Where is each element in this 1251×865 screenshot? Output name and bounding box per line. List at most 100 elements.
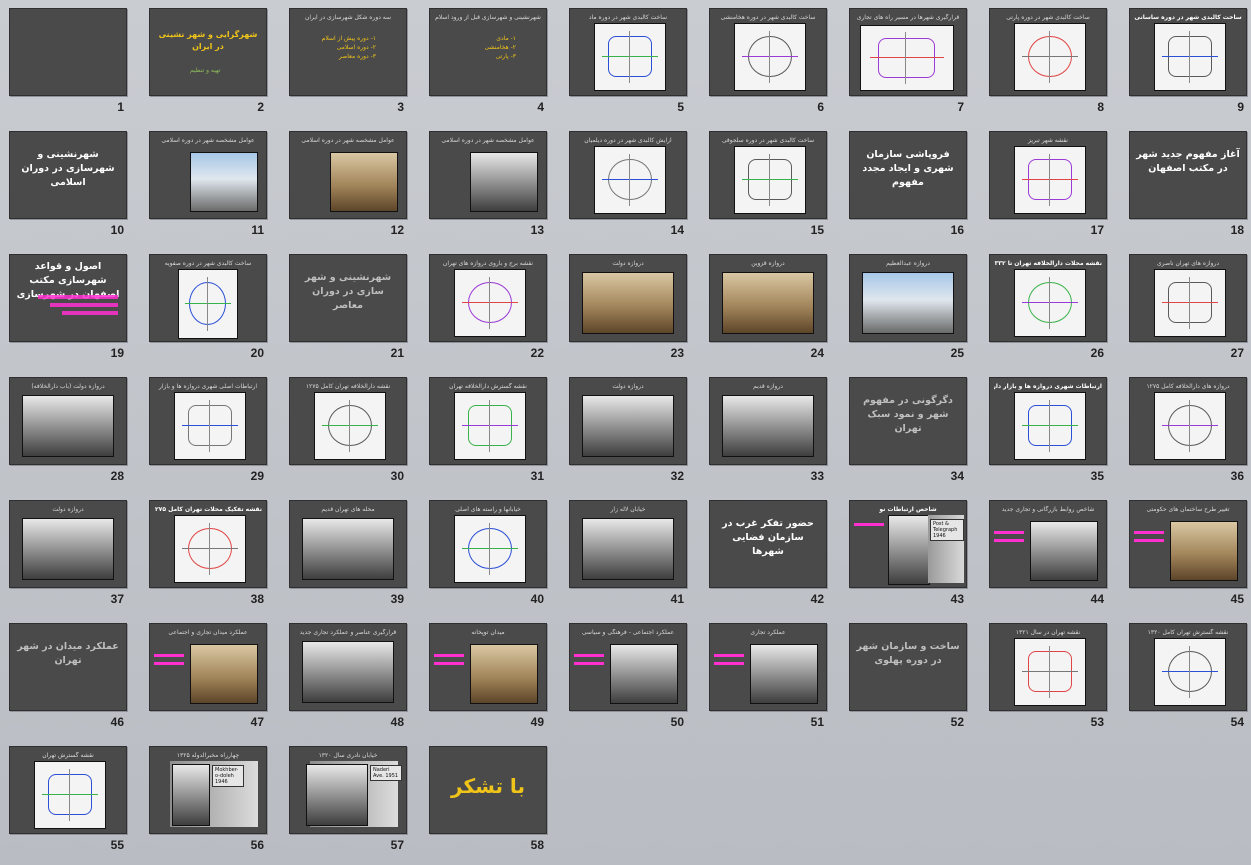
slide-preview[interactable]: دروازه دولت [569,377,687,465]
slide-preview[interactable]: با تشکر [429,746,547,834]
slide-thumbnail-11[interactable]: عوامل مشخصه شهر در دوره اسلامی 11 [140,123,280,246]
slide-thumbnail-46[interactable]: عملکرد میدان در شهر تهران 46 [0,615,140,738]
slide-thumbnail-51[interactable]: عملکرد تجاری 51 [700,615,840,738]
slide-preview[interactable]: دروازه های دارالخلافه کامل ۱۲۷۵ [1129,377,1247,465]
slide-preview[interactable]: شاخص ارتباطات نو Post & Telegraph 1946 [849,500,967,588]
slide-preview[interactable]: ساخت کالبدی شهر در دوره صفویه [149,254,267,342]
slide-thumbnail-22[interactable]: نقشه برج و باروی دروازه های تهران 22 [420,246,560,369]
slide-preview[interactable]: نقشه دارالخلافه تهران کامل ۱۲۷۵ [289,377,407,465]
slide-preview[interactable]: عوامل مشخصه شهر در دوره اسلامی [289,131,407,219]
slide-thumbnail-52[interactable]: ساخت و سازمان شهر در دوره پهلوی 52 [840,615,980,738]
slide-preview[interactable]: دگرگونی در مفهوم شهر و نمود سبک تهران [849,377,967,465]
slide-preview[interactable]: نقشه تهران در سال ۱۳۲۱ [989,623,1107,711]
slide-thumbnail-24[interactable]: دروازه قزوین 24 [700,246,840,369]
slide-thumbnail-53[interactable]: نقشه تهران در سال ۱۳۲۱ 53 [980,615,1120,738]
slide-thumbnail-16[interactable]: فروپاشی سازمان شهری و ایجاد مجدد مفهوم 16 [840,123,980,246]
slide-preview[interactable]: ساخت کالبدی شهر در دوره ساسانی [1129,8,1247,96]
slide-preview[interactable]: شهرگرایی و شهر نشینی در ایران تهیه و تنظی… [149,8,267,96]
slide-preview[interactable]: دروازه قدیم [709,377,827,465]
slide-thumbnail-57[interactable]: خیابان نادری سال ۱۳۲۰ Naderi Ave. 1951 57 [280,738,420,861]
slide-preview[interactable]: ارتباطات اصلی شهری دروازه ها و بازار [149,377,267,465]
slide-thumbnail-40[interactable]: خیابانها و راسته های اصلی 40 [420,492,560,615]
slide-thumbnail-33[interactable]: دروازه قدیم 33 [700,369,840,492]
slide-preview[interactable]: میدان توپخانه [429,623,547,711]
slide-preview[interactable]: ساخت کالبدی شهر در دوره سلجوقی [709,131,827,219]
slide-thumbnail-13[interactable]: عوامل مشخصه شهر در دوره اسلامی 13 [420,123,560,246]
slide-thumbnail-5[interactable]: ساخت کالبدی شهر در دوره ماد 5 [560,0,700,123]
slide-preview[interactable]: ارتباطات شهری دروازه ها و بازار دارالخلا… [989,377,1107,465]
slide-thumbnail-19[interactable]: اصول و قواعد شهرسازی مکتب اصفهان در شهرس… [0,246,140,369]
slide-thumbnail-54[interactable]: نقشه گسترش تهران کامل ۱۳۲۰ 54 [1120,615,1251,738]
slide-preview[interactable]: عملکرد میدان در شهر تهران [9,623,127,711]
slide-preview[interactable]: شهرنشینی و شهرسازی در دوران اسلامی [9,131,127,219]
slide-thumbnail-9[interactable]: ساخت کالبدی شهر در دوره ساسانی 9 [1120,0,1251,123]
slide-thumbnail-27[interactable]: دروازه های تهران ناصری 27 [1120,246,1251,369]
slide-thumbnail-21[interactable]: شهرنشینی و شهر سازی در دوران معاصر 21 [280,246,420,369]
slide-preview[interactable]: نقشه محلات دارالخلافه تهران تا ۱۳۳۲ [989,254,1107,342]
slide-thumbnail-7[interactable]: قرارگیری شهرها در مسیر راه های تجاری 7 [840,0,980,123]
slide-thumbnail-36[interactable]: دروازه های دارالخلافه کامل ۱۲۷۵ 36 [1120,369,1251,492]
slide-thumbnail-37[interactable]: دروازه دولت 37 [0,492,140,615]
slide-preview[interactable]: شهرنشینی و شهر سازی در دوران معاصر [289,254,407,342]
slide-preview[interactable]: آغاز مفهوم جدید شهر در مکتب اصفهان [1129,131,1247,219]
slide-preview[interactable]: نقشه تفکیک محلات تهران کامل ۱۲۷۵ [149,500,267,588]
slide-thumbnail-55[interactable]: نقشه گسترش تهران 55 [0,738,140,861]
slide-preview[interactable]: دروازه دولت [569,254,687,342]
slide-preview[interactable]: عملکرد میدان تجاری و اجتماعی [149,623,267,711]
slide-preview[interactable]: نقشه گسترش تهران [9,746,127,834]
slide-preview[interactable]: دروازه های تهران ناصری [1129,254,1247,342]
slide-thumbnail-28[interactable]: دروازه دولت (باب دارالخلافه) 28 [0,369,140,492]
slide-thumbnail-43[interactable]: شاخص ارتباطات نو Post & Telegraph 1946 43 [840,492,980,615]
slide-preview[interactable]: دروازه قزوین [709,254,827,342]
slide-thumbnail-6[interactable]: ساخت کالبدی شهر در دوره هخامنشی 6 [700,0,840,123]
slide-preview[interactable]: دروازه دولت [9,500,127,588]
slide-thumbnail-23[interactable]: دروازه دولت 23 [560,246,700,369]
slide-thumbnail-17[interactable]: نقشه شهر تبریز 17 [980,123,1120,246]
slide-preview[interactable]: عوامل مشخصه شهر در دوره اسلامی [429,131,547,219]
slide-thumbnail-4[interactable]: شهرنشینی و شهرسازی قبل از ورود اسلام ۱- م… [420,0,560,123]
slide-preview[interactable]: دروازه دولت (باب دارالخلافه) [9,377,127,465]
slide-preview[interactable]: تغییر طرح ساختمان های حکومتی [1129,500,1247,588]
slide-thumbnail-26[interactable]: نقشه محلات دارالخلافه تهران تا ۱۳۳۲ 26 [980,246,1120,369]
slide-preview[interactable]: خیابان لاله زار [569,500,687,588]
slide-preview[interactable]: محله های تهران قدیم [289,500,407,588]
slide-preview[interactable]: خیابانها و راسته های اصلی [429,500,547,588]
slide-thumbnail-49[interactable]: میدان توپخانه 49 [420,615,560,738]
slide-thumbnail-44[interactable]: شاخص روابط بازرگانی و تجاری جدید 44 [980,492,1120,615]
slide-thumbnail-25[interactable]: دروازه عبدالعظیم 25 [840,246,980,369]
slide-preview[interactable]: عملکرد اجتماعی - فرهنگی و سیاسی [569,623,687,711]
slide-preview[interactable]: ساخت کالبدی شهر در دوره پارتی [989,8,1107,96]
slide-thumbnail-8[interactable]: ساخت کالبدی شهر در دوره پارتی 8 [980,0,1120,123]
slide-preview[interactable]: قرارگیری عناصر و عملکرد تجاری جدید [289,623,407,711]
slide-thumbnail-39[interactable]: محله های تهران قدیم 39 [280,492,420,615]
slide-thumbnail-12[interactable]: عوامل مشخصه شهر در دوره اسلامی 12 [280,123,420,246]
slide-thumbnail-34[interactable]: دگرگونی در مفهوم شهر و نمود سبک تهران 34 [840,369,980,492]
slide-thumbnail-10[interactable]: شهرنشینی و شهرسازی در دوران اسلامی 10 [0,123,140,246]
slide-preview[interactable]: نقشه شهر تبریز [989,131,1107,219]
slide-thumbnail-45[interactable]: تغییر طرح ساختمان های حکومتی 45 [1120,492,1251,615]
slide-preview[interactable]: ساخت کالبدی شهر در دوره هخامنشی [709,8,827,96]
slide-thumbnail-3[interactable]: سه دوره شکل شهرسازی در ایران ۱- دوره پیش … [280,0,420,123]
slide-thumbnail-32[interactable]: دروازه دولت 32 [560,369,700,492]
slide-preview[interactable]: حضور تفکر غرب در سازمان فضایی شهرها [709,500,827,588]
slide-preview[interactable]: ساخت و سازمان شهر در دوره پهلوی [849,623,967,711]
slide-preview[interactable]: قرارگیری شهرها در مسیر راه های تجاری [849,8,967,96]
slide-thumbnail-42[interactable]: حضور تفکر غرب در سازمان فضایی شهرها 42 [700,492,840,615]
slide-thumbnail-41[interactable]: خیابان لاله زار 41 [560,492,700,615]
slide-thumbnail-38[interactable]: نقشه تفکیک محلات تهران کامل ۱۲۷۵ 38 [140,492,280,615]
slide-preview[interactable]: خیابان نادری سال ۱۳۲۰ Naderi Ave. 1951 [289,746,407,834]
slide-preview[interactable]: چهارراه مخبرالدوله ۱۳۲۵ Mokhber-o-doleh 1… [149,746,267,834]
slide-thumbnail-31[interactable]: نقشه گسترش دارالخلافه تهران 31 [420,369,560,492]
slide-preview[interactable]: نقشه برج و باروی دروازه های تهران [429,254,547,342]
slide-thumbnail-18[interactable]: آغاز مفهوم جدید شهر در مکتب اصفهان 18 [1120,123,1251,246]
slide-preview[interactable]: نقشه گسترش دارالخلافه تهران [429,377,547,465]
slide-preview[interactable]: نقشه گسترش تهران کامل ۱۳۲۰ [1129,623,1247,711]
slide-thumbnail-14[interactable]: آرایش کالبدی شهر در دوره دیلمیان 14 [560,123,700,246]
slide-preview[interactable]: اصول و قواعد شهرسازی مکتب اصفهان در شهرس… [9,254,127,342]
slide-preview[interactable]: ساخت کالبدی شهر در دوره ماد [569,8,687,96]
slide-preview[interactable] [9,8,127,96]
slide-thumbnail-35[interactable]: ارتباطات شهری دروازه ها و بازار دارالخلا… [980,369,1120,492]
slide-thumbnail-15[interactable]: ساخت کالبدی شهر در دوره سلجوقی 15 [700,123,840,246]
slide-preview[interactable]: دروازه عبدالعظیم [849,254,967,342]
slide-preview[interactable]: شاخص روابط بازرگانی و تجاری جدید [989,500,1107,588]
